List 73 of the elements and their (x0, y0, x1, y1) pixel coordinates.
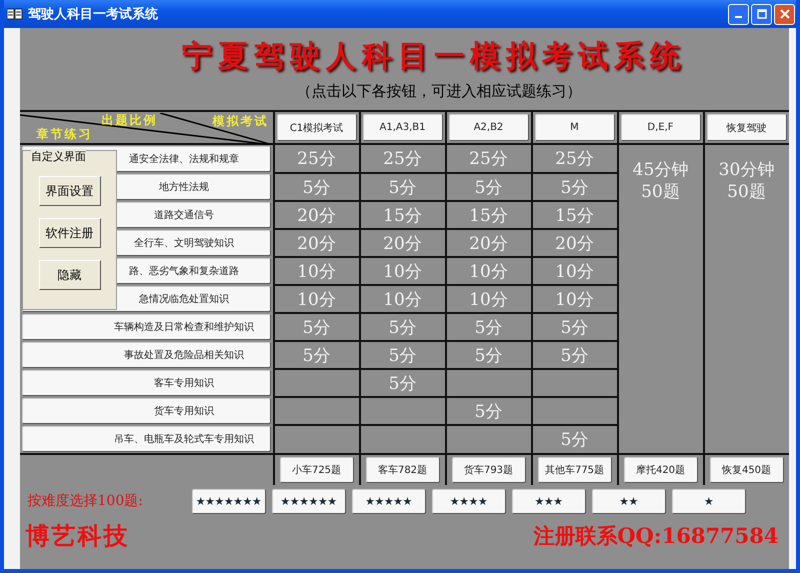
score-cell: 5分 (446, 313, 532, 341)
score-cell: 25分 (360, 144, 446, 173)
question-bank-button[interactable]: 小车725题 (280, 457, 354, 483)
score-cell: 10分 (360, 285, 446, 313)
difficulty-button[interactable]: ★★★★★★ (272, 488, 346, 514)
score-cell: 20分 (274, 229, 360, 257)
score-cell: 5分 (446, 341, 532, 369)
score-cell: 10分 (274, 257, 360, 285)
close-icon (780, 9, 790, 19)
question-bank-button[interactable]: 其他车775题 (538, 457, 612, 483)
exam-info: 45分钟 50题 (632, 159, 690, 203)
difficulty-button[interactable]: ★★★★ (432, 488, 506, 514)
minimize-button[interactable] (728, 4, 749, 24)
score-cell: 20分 (360, 229, 446, 257)
score-cell: 10分 (360, 257, 446, 285)
score-cell: 15分 (446, 201, 532, 229)
chapter-button[interactable]: 客车专用知识 (22, 370, 270, 396)
exam-info: 30分钟 50题 (718, 159, 776, 203)
maximize-button[interactable] (751, 4, 772, 24)
contact-text: 注册联系QQ:16877584 (533, 522, 778, 550)
difficulty-button[interactable]: ★★ (592, 488, 666, 514)
panel-button[interactable]: 隐藏 (38, 260, 100, 290)
panel-title: 自定义界面 (31, 149, 86, 164)
score-cell: 5分 (360, 369, 446, 397)
score-cell: 25分 (274, 144, 360, 173)
score-cell: 10分 (446, 285, 532, 313)
subtitle: （点击以下各按钮，可进入相应试题练习） (296, 81, 582, 102)
score-cell: 5分 (274, 341, 360, 369)
question-bank-button[interactable]: 摩托420题 (624, 457, 698, 483)
score-cell: 5分 (360, 173, 446, 201)
score-cell: 5分 (274, 173, 360, 201)
chapter-button[interactable]: 货车专用知识 (22, 398, 270, 424)
score-cell: 5分 (360, 341, 446, 369)
chapter-button[interactable]: 车辆构造及日常检查和维护知识 (22, 314, 270, 340)
corner-label: 章节练习 (36, 126, 92, 142)
score-cell: 5分 (446, 173, 532, 201)
difficulty-label: 按难度选择100题: (28, 492, 144, 510)
exam-button[interactable]: M (534, 114, 614, 141)
close-button[interactable] (774, 4, 795, 24)
exam-button[interactable]: 恢复驾驶 (706, 114, 786, 141)
exam-button[interactable]: D,E,F (620, 114, 700, 141)
score-cell: 25分 (532, 144, 618, 173)
exam-button[interactable]: C1模拟考试 (276, 114, 356, 141)
company-name: 博艺科技 (26, 520, 130, 552)
panel-button[interactable]: 软件注册 (38, 218, 100, 248)
score-cell: 5分 (274, 313, 360, 341)
difficulty-button[interactable]: ★★★★★ (352, 488, 426, 514)
difficulty-button[interactable]: ★★★★★★★ (192, 488, 266, 514)
question-bank-button[interactable]: 客车782题 (366, 457, 440, 483)
window-title: 驾驶人科目一考试系统 (28, 6, 159, 23)
difficulty-button[interactable]: ★ (672, 488, 746, 514)
question-bank-button[interactable]: 货车793题 (452, 457, 526, 483)
score-cell: 10分 (446, 257, 532, 285)
chapter-button[interactable]: 事故处置及危险品相关知识 (22, 342, 270, 368)
corner-label: 出题比例 (102, 112, 158, 128)
app-icon (7, 8, 23, 20)
score-cell: 25分 (446, 144, 532, 173)
difficulty-button[interactable]: ★★★ (512, 488, 586, 514)
score-cell: 5分 (446, 397, 532, 425)
panel-button[interactable]: 界面设置 (38, 176, 100, 206)
score-cell: 20分 (446, 229, 532, 257)
maximize-icon (756, 9, 766, 19)
question-bank-button[interactable]: 恢复450题 (710, 457, 784, 483)
corner-label: 模拟考试 (212, 112, 268, 130)
score-cell: 15分 (360, 201, 446, 229)
exam-button[interactable]: A2,B2 (448, 114, 528, 141)
score-cell: 10分 (274, 285, 360, 313)
score-cell: 20分 (274, 201, 360, 229)
minimize-icon (735, 16, 742, 18)
chapter-button[interactable]: 吊车、电瓶车及轮式车专用知识 (22, 426, 270, 452)
exam-button[interactable]: A1,A3,B1 (362, 114, 442, 141)
app-title: 宁夏驾驶人科目一模拟考试系统 (181, 38, 687, 76)
score-cell: 5分 (360, 313, 446, 341)
